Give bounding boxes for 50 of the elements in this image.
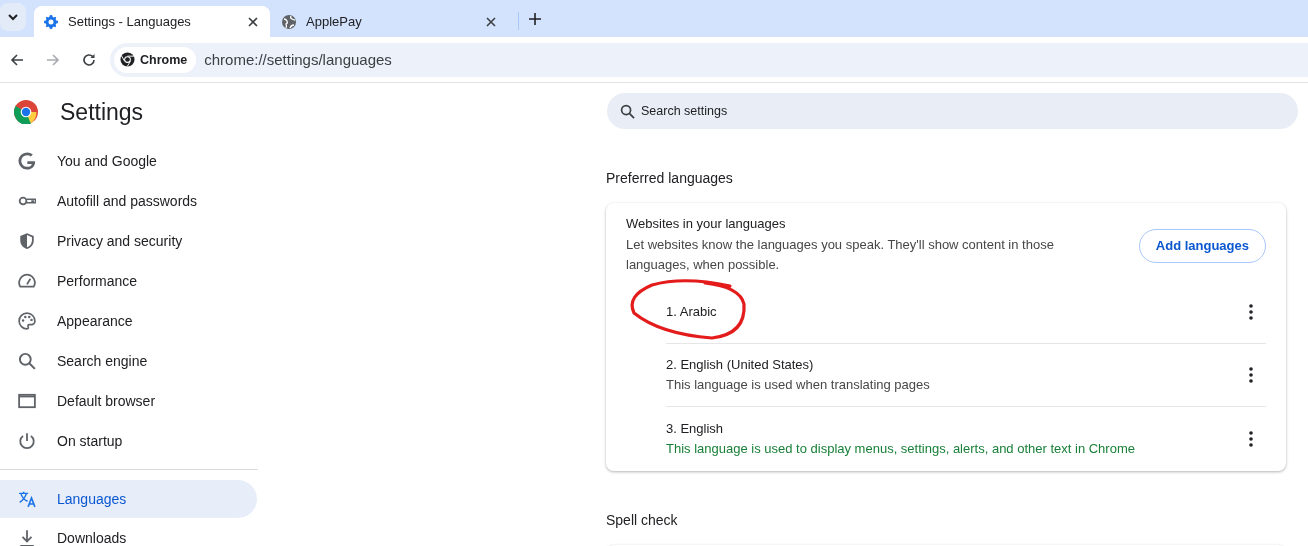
dropdown-caret-icon[interactable] bbox=[0, 3, 26, 31]
sidebar-item[interactable]: Languages bbox=[0, 480, 257, 518]
sidebar-item[interactable]: On startup bbox=[0, 421, 257, 461]
section-heading: Preferred languages bbox=[606, 169, 734, 188]
reload-icon[interactable] bbox=[82, 52, 96, 67]
search-icon bbox=[18, 352, 36, 370]
sidebar-item[interactable]: Privacy and security bbox=[0, 221, 257, 261]
url-text: chrome://settings/languages bbox=[204, 51, 392, 68]
download-icon bbox=[18, 529, 36, 546]
section-heading: Spell check bbox=[606, 511, 679, 530]
language-name: 3. English bbox=[666, 420, 725, 438]
more-options-icon[interactable] bbox=[1249, 304, 1253, 320]
sidebar-item[interactable]: Default browser bbox=[0, 381, 257, 421]
more-options-icon[interactable] bbox=[1249, 367, 1253, 383]
palette-icon bbox=[18, 312, 36, 330]
search-icon bbox=[620, 104, 635, 119]
card-title: Websites in your languages bbox=[626, 216, 787, 231]
chrome-logo-icon bbox=[120, 52, 135, 67]
new-tab-icon[interactable] bbox=[529, 13, 541, 25]
sidebar-item[interactable]: You and Google bbox=[0, 141, 257, 181]
add-languages-button[interactable]: Add languages bbox=[1138, 228, 1266, 263]
card-description: Let websites know the languages you speak. They'll show content in those languages, when possible. bbox=[626, 236, 1055, 274]
browser-tab[interactable]: ApplePay bbox=[272, 6, 508, 37]
browser-window-icon bbox=[18, 392, 36, 410]
sidebar-item[interactable]: Search engine bbox=[0, 341, 257, 381]
power-icon bbox=[18, 432, 36, 450]
more-options-icon[interactable] bbox=[1249, 431, 1253, 447]
search-field[interactable]: Search settings bbox=[607, 93, 1298, 129]
close-icon[interactable] bbox=[486, 16, 496, 27]
language-name: 1. Arabic bbox=[666, 303, 718, 321]
language-name: 2. English (United States) bbox=[666, 356, 815, 374]
translate-icon bbox=[18, 490, 36, 508]
sidebar-item[interactable]: Appearance bbox=[0, 301, 257, 341]
gauge-icon bbox=[18, 272, 36, 290]
sidebar-item[interactable]: Downloads bbox=[0, 518, 257, 546]
language-note: This language is used to display menus, settings, alerts, and other text in Chrome bbox=[666, 440, 1136, 458]
google-icon bbox=[18, 152, 36, 170]
site-chip[interactable]: Chrome bbox=[114, 46, 197, 73]
back-icon[interactable] bbox=[10, 52, 24, 67]
gear-icon bbox=[43, 13, 59, 30]
sidebar-item[interactable]: Autofill and passwords bbox=[0, 181, 257, 221]
globe-icon bbox=[281, 13, 297, 30]
language-note: This language is used when translating pages bbox=[666, 376, 931, 394]
address-bar[interactable]: Chrome chrome://settings/languages bbox=[110, 42, 1308, 77]
shield-icon bbox=[18, 232, 36, 250]
browser-tab[interactable]: Settings - Languages bbox=[34, 6, 270, 37]
close-icon[interactable] bbox=[248, 16, 258, 27]
page-title: Settings bbox=[60, 98, 144, 126]
sidebar-item[interactable]: Performance bbox=[0, 261, 257, 301]
chrome-logo-icon bbox=[14, 100, 38, 124]
